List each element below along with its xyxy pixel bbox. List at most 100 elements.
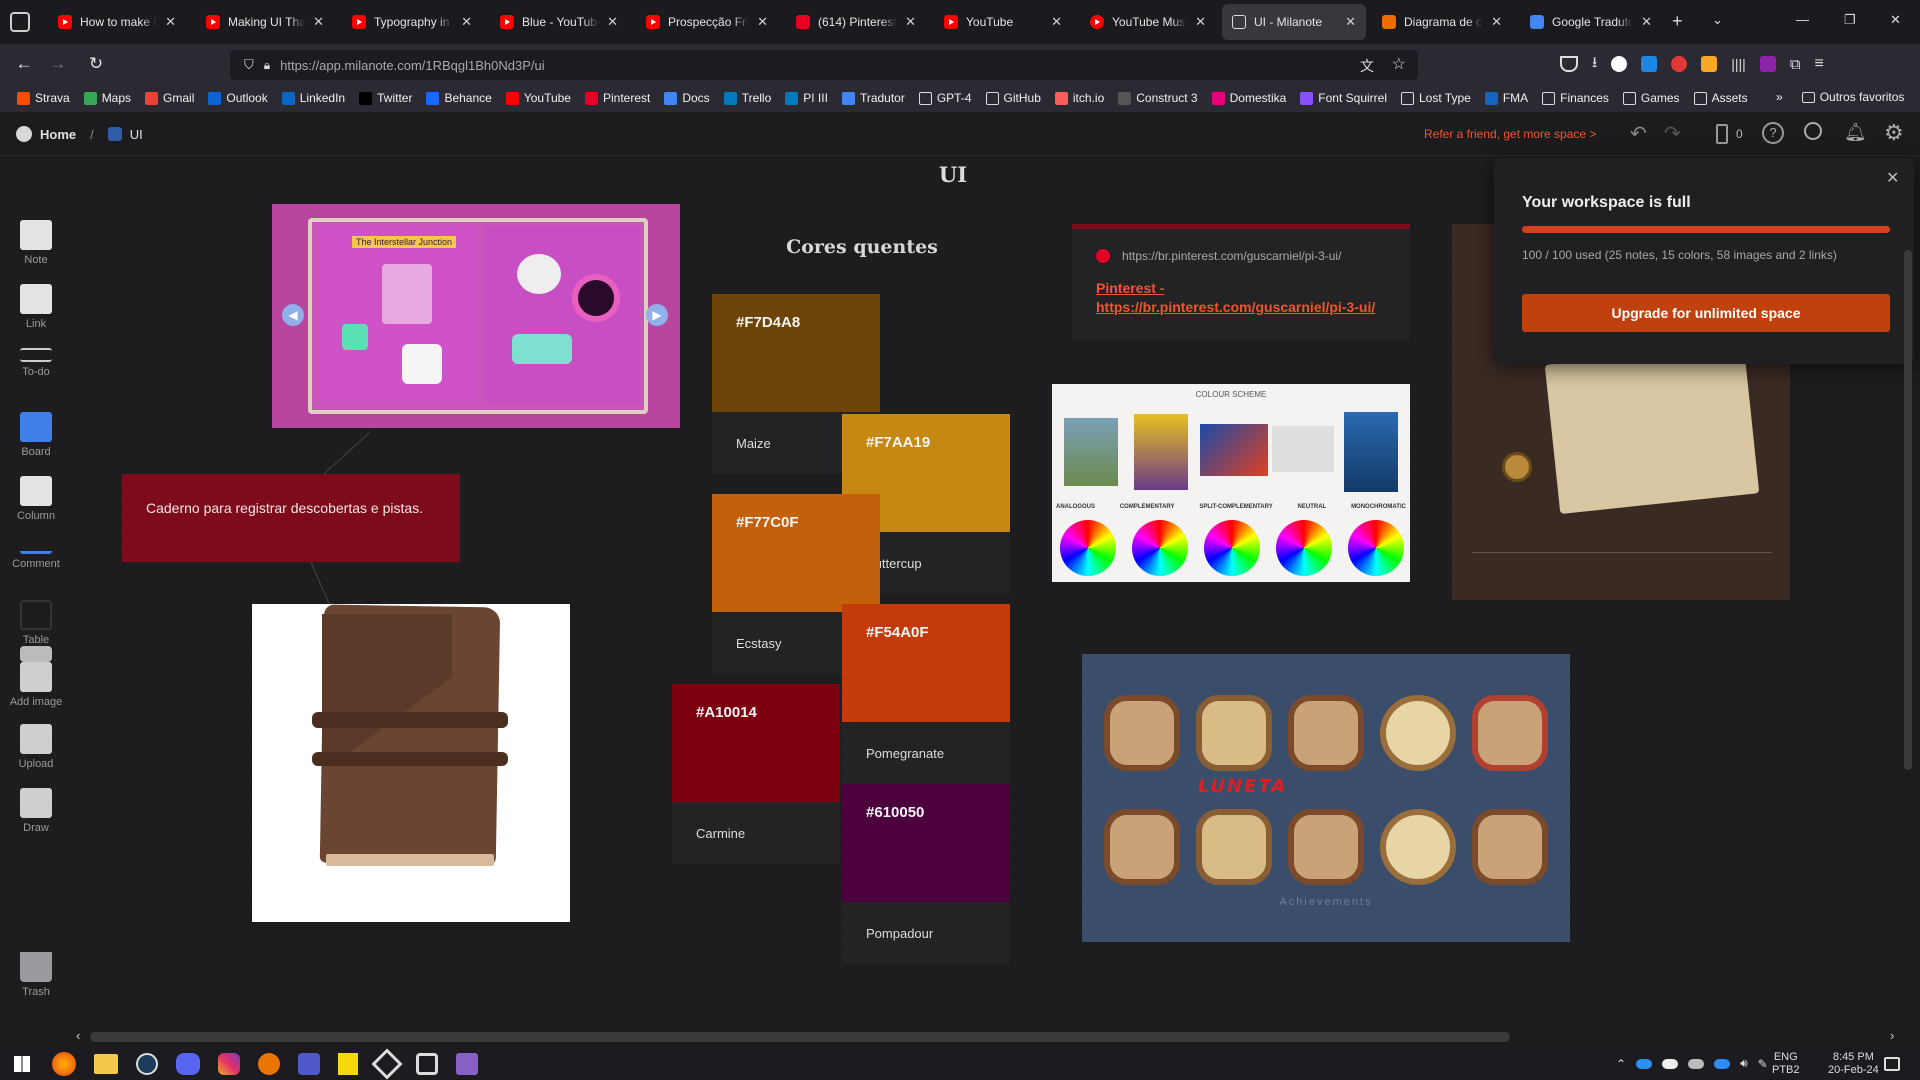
bookmark-finances[interactable]: Finances	[1535, 91, 1616, 105]
url-bar[interactable]: ⛉ 🔒︎ https://app.milanote.com/1RBqgl1Bh0…	[230, 50, 1418, 80]
tab-2[interactable]: Making UI That L ✕	[196, 4, 334, 40]
image-card-colour-scheme[interactable]: COLOUR SCHEME ANALOGOUS COMPLEMENTARY SP…	[1052, 384, 1410, 582]
bookmark-lost-type[interactable]: Lost Type	[1394, 91, 1478, 105]
restore-icon[interactable]: ❐	[1844, 12, 1856, 28]
windows-start-icon[interactable]	[14, 1056, 30, 1072]
lock-icon[interactable]: 🔒︎	[264, 58, 270, 73]
image-card-leather-notebook[interactable]	[252, 604, 570, 922]
scroll-left-icon[interactable]: ‹	[76, 1028, 80, 1043]
tab-close-icon[interactable]: ✕	[757, 14, 768, 30]
bookmark-star-icon[interactable]: ☆	[1392, 54, 1406, 74]
cloud-icon[interactable]	[1688, 1058, 1705, 1069]
discord-icon[interactable]	[176, 1053, 200, 1075]
reload-button[interactable]: ↻	[84, 52, 108, 76]
tab-close-icon[interactable]: ✕	[905, 14, 916, 30]
tab-close-icon[interactable]: ✕	[313, 14, 324, 30]
tab-close-icon[interactable]: ✕	[461, 14, 472, 30]
extension-blue-icon[interactable]	[1641, 56, 1658, 72]
bookmark-pi-iii[interactable]: PI III	[778, 91, 835, 105]
pocket-icon[interactable]	[1560, 56, 1578, 72]
tab-close-icon[interactable]: ✕	[1195, 14, 1206, 30]
tab-4[interactable]: Blue - YouTube ✕	[490, 4, 628, 40]
shield-icon[interactable]: ⛉	[244, 57, 254, 73]
close-window-icon[interactable]: ✕	[1890, 12, 1901, 28]
breadcrumb-board[interactable]: UI	[130, 127, 143, 142]
bookmark-twitter[interactable]: Twitter	[352, 91, 419, 105]
bookmark-docs[interactable]: Docs	[657, 91, 716, 105]
bookmark-outlook[interactable]: Outlook	[201, 91, 274, 105]
tool-trash[interactable]: Trash	[0, 952, 72, 998]
home-icon[interactable]	[16, 126, 32, 142]
horizontal-scrollbar[interactable]: ‹ ›	[72, 1026, 1920, 1048]
bookmark-github[interactable]: GitHub	[979, 91, 1048, 105]
extension-red-icon[interactable]	[1671, 56, 1688, 72]
undo-icon[interactable]: ↶	[1630, 121, 1647, 146]
tab-close-icon[interactable]: ✕	[607, 14, 618, 30]
bookmark-linkedin[interactable]: LinkedIn	[275, 91, 352, 105]
image-card-achievements[interactable]: LUNETA Achievements	[1082, 654, 1570, 942]
tab-10[interactable]: Diagrama de cas ✕	[1372, 4, 1512, 40]
visual-studio-icon[interactable]	[456, 1053, 478, 1075]
bookmark-games[interactable]: Games	[1616, 91, 1687, 105]
grammarly-icon[interactable]	[1611, 56, 1628, 72]
note-card[interactable]: Caderno para registrar descobertas e pis…	[122, 474, 460, 562]
clock[interactable]: 8:45 PM 20-Feb-24	[1828, 1051, 1879, 1077]
tool-column[interactable]: Column	[0, 476, 72, 522]
sticky-notes-icon[interactable]	[338, 1053, 358, 1075]
bookmark-maps[interactable]: Maps	[77, 91, 138, 105]
tab-close-icon[interactable]: ✕	[1491, 14, 1502, 30]
bookmark-gmail[interactable]: Gmail	[138, 91, 201, 105]
more-tools-icon[interactable]	[20, 646, 52, 662]
link-card-pinterest[interactable]: https://br.pinterest.com/guscarniel/pi-3…	[1072, 224, 1410, 340]
carousel-next-icon[interactable]: ▶	[646, 304, 668, 326]
color-swatch-pompadour[interactable]: #610050 Pompadour	[842, 784, 1010, 964]
firefox-view-button[interactable]	[10, 12, 30, 32]
menu-icon[interactable]: ≡	[1815, 55, 1824, 73]
cloud-icon[interactable]	[1662, 1058, 1679, 1069]
settings-gear-icon[interactable]: ⚙	[1884, 120, 1904, 146]
cloud-icon[interactable]	[1714, 1058, 1731, 1069]
scrollbar-thumb[interactable]	[90, 1032, 1510, 1042]
tab-5[interactable]: Prospecção Fria ✕	[636, 4, 778, 40]
unity-hub-icon[interactable]	[416, 1053, 438, 1075]
steam-icon[interactable]	[136, 1053, 158, 1075]
notifications-icon[interactable]: 🔔︎	[1844, 122, 1867, 143]
bookmark-gpt-4[interactable]: GPT-4	[912, 91, 979, 105]
carousel-prev-icon[interactable]: ◀	[282, 304, 304, 326]
bookmark-tradutor[interactable]: Tradutor	[835, 91, 912, 105]
translate-icon[interactable]: 文	[1360, 56, 1374, 76]
bookmark-itch-io[interactable]: itch.io	[1048, 91, 1111, 105]
tab-1[interactable]: How to make UI ✕	[48, 4, 186, 40]
forward-button[interactable]: →	[46, 52, 70, 76]
other-bookmarks[interactable]: » Outros favoritos	[1776, 90, 1904, 104]
url-text[interactable]: https://app.milanote.com/1RBqgl1Bh0Nd3P/…	[280, 58, 545, 73]
tool-upload[interactable]: Upload	[0, 724, 72, 770]
new-tab-icon[interactable]: +	[1672, 11, 1683, 32]
tool-note[interactable]: Note	[0, 220, 72, 266]
onedrive-icon[interactable]	[1636, 1058, 1653, 1069]
breadcrumb-home[interactable]: Home	[40, 127, 76, 142]
tab-7[interactable]: YouTube ✕	[934, 4, 1072, 40]
bookmark-domestika[interactable]: Domestika	[1205, 91, 1294, 105]
firefox-icon[interactable]	[52, 1052, 76, 1076]
blender-icon[interactable]	[258, 1053, 280, 1075]
search-icon[interactable]	[1804, 122, 1822, 140]
device-icon[interactable]	[1716, 124, 1728, 144]
tab-9[interactable]: UI - Milanote ✕	[1222, 4, 1366, 40]
bookmark-trello[interactable]: Trello	[717, 91, 779, 105]
tool-link[interactable]: Link	[0, 284, 72, 330]
note-text[interactable]: Caderno para registrar descobertas e pis…	[146, 500, 423, 516]
bookmark-behance[interactable]: Behance	[419, 91, 498, 105]
image-card-notebook-ui[interactable]: The Interstellar Junction ◀ ▶	[272, 204, 680, 428]
extension-badge-icon[interactable]	[1701, 56, 1718, 72]
download-icon[interactable]: ⭳	[1592, 52, 1597, 77]
bookmark-pinterest[interactable]: Pinterest	[578, 91, 657, 105]
teams-icon[interactable]	[298, 1053, 320, 1075]
tray-chevron-up-icon[interactable]: ⌃	[1616, 1057, 1626, 1071]
bookmark-font-squirrel[interactable]: Font Squirrel	[1293, 91, 1394, 105]
minimize-icon[interactable]: —	[1796, 12, 1809, 27]
tab-3[interactable]: Typography in G ✕	[342, 4, 482, 40]
unity-icon[interactable]	[371, 1048, 403, 1080]
tab-list-chevron-down-icon[interactable]: ⌄	[1712, 12, 1723, 28]
tab-6[interactable]: (614) Pinterest ✕	[786, 4, 926, 40]
